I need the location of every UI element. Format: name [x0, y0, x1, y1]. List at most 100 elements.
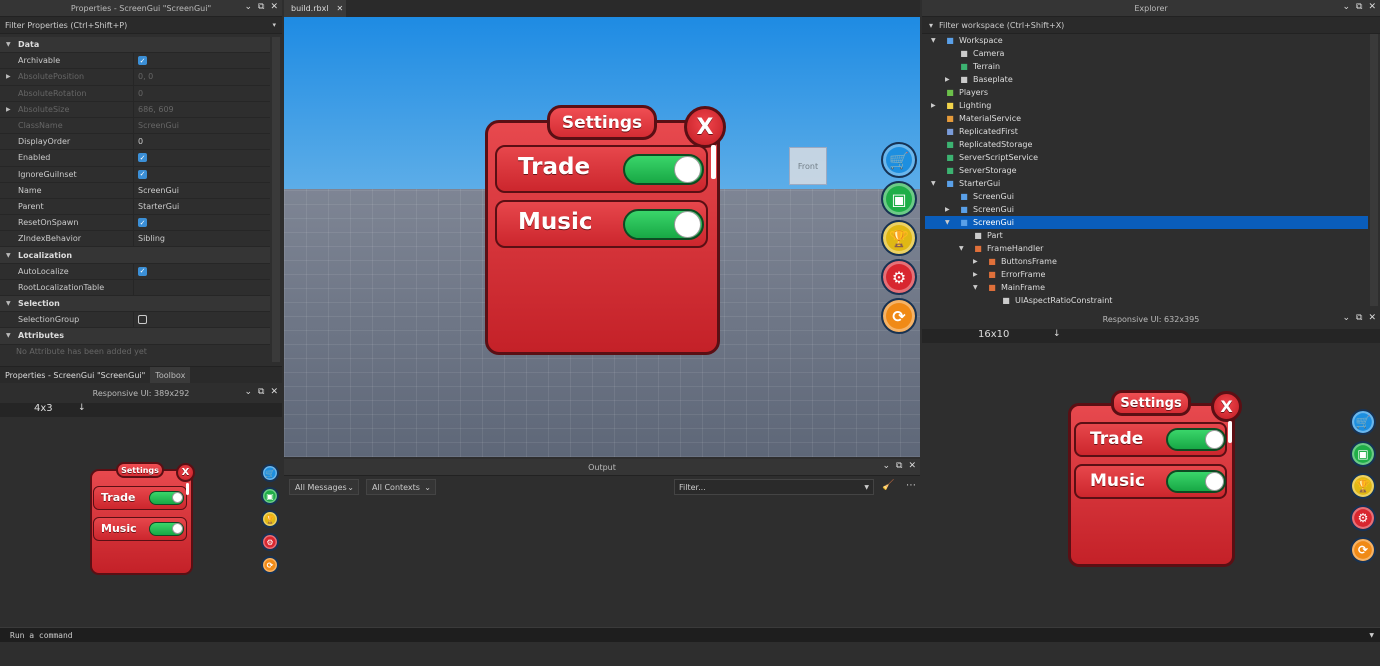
chevron-right-icon[interactable]: ▶	[931, 102, 936, 109]
explorer-filter[interactable]: ▾ Filter workspace (Ctrl+Shift+X)	[922, 17, 1380, 34]
refresh-button[interactable]: ⟳	[1350, 537, 1376, 563]
property-row[interactable]: AutoLocalize ✓	[0, 263, 270, 280]
tree-item[interactable]: ■ Terrain	[925, 60, 1368, 73]
tree-item[interactable]: ▼ ■ StarterGui	[925, 177, 1368, 190]
property-value[interactable]: StarterGui	[138, 202, 179, 211]
property-row[interactable]: ResetOnSpawn ✓	[0, 215, 270, 232]
property-category[interactable]: ▼ Attributes	[0, 328, 270, 345]
property-checkbox[interactable]: ✓	[138, 169, 147, 179]
settings-button[interactable]: ⚙	[881, 259, 917, 295]
property-row[interactable]: DisplayOrder 0	[0, 134, 270, 151]
close-button[interactable]: X	[684, 106, 726, 148]
mini-scrollbar[interactable]	[186, 483, 189, 495]
right-scrollbar[interactable]	[1228, 421, 1232, 443]
trophy-button[interactable]: 🏆	[1350, 473, 1376, 499]
tree-item[interactable]: ■ ServerStorage	[925, 164, 1368, 177]
undock-icon[interactable]: ⧉	[1356, 313, 1362, 323]
chevron-down-icon[interactable]: ⌄	[1342, 2, 1350, 12]
refresh-button[interactable]: ⟳	[881, 298, 917, 334]
chevron-down-icon[interactable]: ▼	[6, 252, 11, 259]
more-options-icon[interactable]: ⋯	[906, 480, 916, 491]
property-row[interactable]: Enabled ✓	[0, 150, 270, 167]
undock-icon[interactable]: ⧉	[1356, 2, 1362, 12]
tree-item[interactable]: ▶ ■ ScreenGui	[925, 203, 1368, 216]
right-trade-toggle[interactable]	[1166, 428, 1226, 451]
property-value[interactable]: 0	[138, 89, 143, 98]
tree-item[interactable]: ▶ ■ Lighting	[925, 99, 1368, 112]
tree-item[interactable]: ▼ ■ MainFrame	[925, 281, 1368, 294]
property-row[interactable]: ZIndexBehavior Sibling	[0, 231, 270, 248]
property-checkbox[interactable]: ✓	[138, 153, 147, 163]
arrow-down-icon[interactable]: ↓	[1053, 329, 1061, 339]
tree-item[interactable]: ■ Camera	[925, 47, 1368, 60]
trophy-button[interactable]: 🏆	[881, 220, 917, 256]
property-value[interactable]: 0	[138, 137, 143, 146]
mini-trade-toggle[interactable]	[149, 491, 184, 505]
property-value[interactable]: Sibling	[138, 234, 165, 243]
settings-button[interactable]: ⚙	[261, 533, 279, 551]
inventory-button[interactable]: ▣	[1350, 441, 1376, 467]
property-row[interactable]: SelectionGroup	[0, 312, 270, 329]
chevron-right-icon[interactable]: ▶	[6, 73, 11, 80]
shop-button[interactable]: 🛒	[1350, 409, 1376, 435]
chevron-down-icon[interactable]: ▼	[931, 180, 936, 187]
undock-icon[interactable]: ⧉	[258, 2, 264, 12]
explorer-scrollbar[interactable]	[1370, 34, 1378, 306]
close-icon[interactable]: ✕	[270, 2, 278, 12]
tab-toolbox[interactable]: Toolbox	[150, 367, 191, 383]
properties-filter[interactable]: Filter Properties (Ctrl+Shift+P) ▾	[0, 17, 282, 34]
command-bar[interactable]: Run a command ▼	[0, 627, 1380, 642]
tree-item[interactable]: ■ ServerScriptService	[925, 151, 1368, 164]
tree-item[interactable]: ▼ ■ ScreenGui	[925, 216, 1368, 229]
tree-item[interactable]: ▶ ■ ErrorFrame	[925, 268, 1368, 281]
tab-build[interactable]: build.rbxl ✕	[284, 0, 346, 17]
chevron-down-icon[interactable]: ▾	[272, 21, 276, 29]
chevron-down-icon[interactable]: ▼	[959, 245, 964, 252]
settings-scrollbar[interactable]	[711, 145, 716, 179]
undock-icon[interactable]: ⧉	[258, 387, 264, 397]
property-row[interactable]: IgnoreGuiInset ✓	[0, 166, 270, 183]
game-viewport[interactable]: Front Settings X Trade Music 🛒 ▣ 🏆 ⚙ ⟳	[284, 17, 920, 457]
chevron-down-icon[interactable]: ▼	[973, 284, 978, 291]
chevron-down-icon[interactable]: ▼	[6, 41, 11, 48]
property-row[interactable]: ▶ AbsolutePosition 0, 0	[0, 69, 270, 86]
property-row[interactable]: Archivable ✓	[0, 53, 270, 70]
tab-properties[interactable]: Properties - ScreenGui "ScreenGui"	[0, 371, 150, 380]
property-row[interactable]: ClassName ScreenGui	[0, 117, 270, 135]
tree-item[interactable]: ■ MaterialService	[925, 112, 1368, 125]
right-music-toggle[interactable]	[1166, 470, 1226, 493]
chevron-down-icon[interactable]: ⌄	[244, 387, 252, 397]
tree-item[interactable]: ▼ ■ Workspace	[925, 34, 1368, 47]
shop-button[interactable]: 🛒	[261, 464, 279, 482]
clear-output-icon[interactable]: 🧹	[882, 480, 894, 491]
property-checkbox[interactable]	[138, 315, 147, 325]
property-row[interactable]: Parent StarterGui	[0, 198, 270, 216]
chevron-down-icon[interactable]: ⌄	[1342, 313, 1350, 323]
property-row[interactable]: Name ScreenGui	[0, 182, 270, 199]
property-value[interactable]: ScreenGui	[138, 186, 179, 195]
property-row[interactable]: AbsoluteRotation 0	[0, 85, 270, 102]
messages-dropdown[interactable]: All Messages ⌄	[289, 479, 359, 495]
shop-button[interactable]: 🛒	[881, 142, 917, 178]
filter-icon[interactable]: ▾	[929, 21, 933, 30]
properties-scrollbar[interactable]	[272, 37, 280, 362]
chevron-right-icon[interactable]: ▶	[973, 258, 978, 265]
tree-item[interactable]: ■ ScreenGui	[925, 190, 1368, 203]
property-value[interactable]: 0, 0	[138, 72, 153, 81]
music-toggle[interactable]	[623, 209, 704, 240]
mini-music-toggle[interactable]	[149, 522, 184, 536]
tree-item[interactable]: ▶ ■ ButtonsFrame	[925, 255, 1368, 268]
mini-close-button[interactable]: X	[176, 463, 195, 482]
chevron-down-icon[interactable]: ▼	[945, 219, 950, 226]
close-icon[interactable]: ✕	[908, 461, 916, 471]
tree-item[interactable]: ▶ ■ Baseplate	[925, 73, 1368, 86]
tree-item[interactable]: ■ ReplicatedFirst	[925, 125, 1368, 138]
chevron-down-icon[interactable]: ⌄	[882, 461, 890, 471]
view-cube[interactable]: Front	[789, 147, 827, 185]
close-icon[interactable]: ✕	[1368, 313, 1376, 323]
settings-button[interactable]: ⚙	[1350, 505, 1376, 531]
chevron-right-icon[interactable]: ▶	[973, 271, 978, 278]
property-row[interactable]: RootLocalizationTable	[0, 279, 270, 296]
property-category[interactable]: ▼ Data	[0, 37, 270, 54]
tree-item[interactable]: ▼ ■ FrameHandler	[925, 242, 1368, 255]
